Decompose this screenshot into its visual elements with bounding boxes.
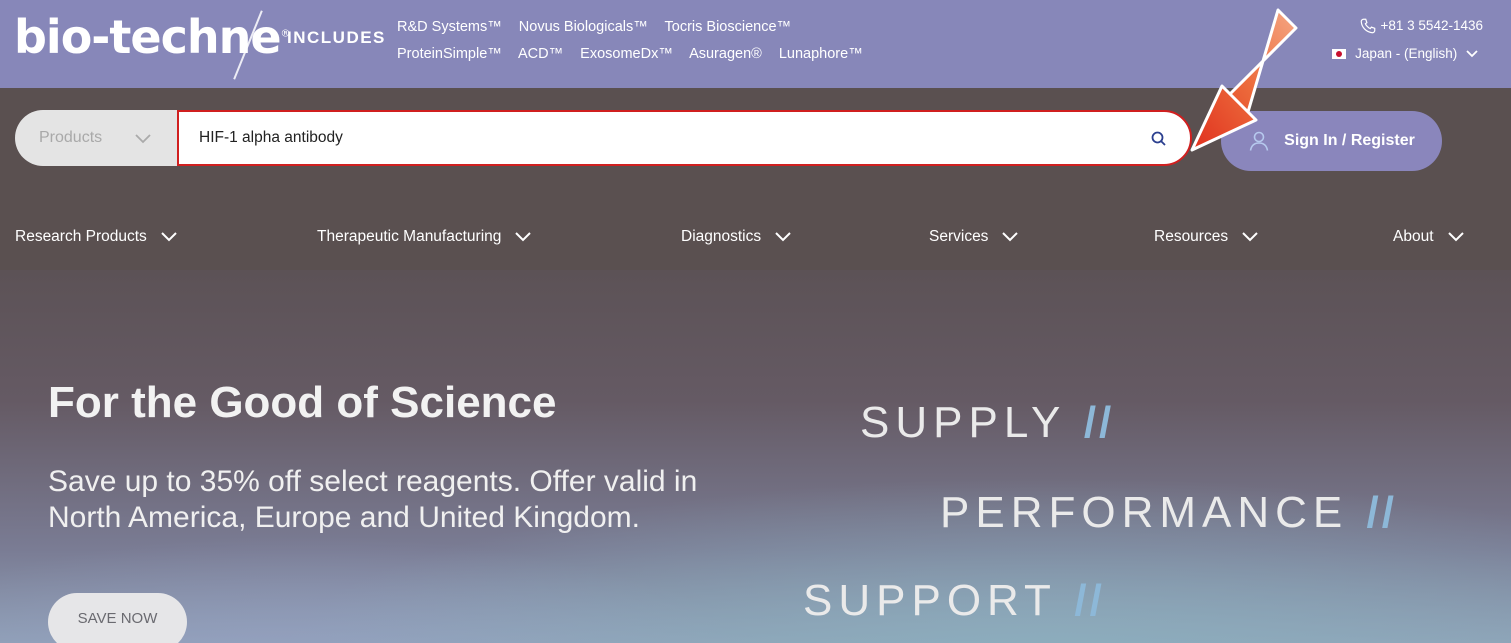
bio-techne-logo[interactable]: bio-techne® xyxy=(14,10,291,64)
contact-info: +81 3 5542-1436 Japan - (English) xyxy=(1332,12,1483,68)
nav-item-about[interactable]: About xyxy=(1393,228,1466,246)
search-input[interactable] xyxy=(177,110,1192,166)
chevron-down-icon xyxy=(1447,232,1464,242)
nav-item-diagnostics[interactable]: Diagnostics xyxy=(681,228,793,246)
save-now-button[interactable]: SAVE NOW xyxy=(48,593,187,643)
nav-item-resources[interactable]: Resources xyxy=(1154,228,1260,246)
main-nav: Research Products Therapeutic Manufactur… xyxy=(0,198,1511,270)
brand-link-novus-biologicals[interactable]: Novus Biologicals™ xyxy=(519,19,648,35)
brand-link-rnd-systems[interactable]: R&D Systems™ xyxy=(397,19,502,35)
hero-banner: For the Good of Science Save up to 35% o… xyxy=(0,270,1511,643)
tagline-support: SUPPORT // xyxy=(803,576,1105,625)
region-selector[interactable]: Japan - (English) xyxy=(1332,40,1483,68)
brand-link-proteinsimple[interactable]: ProteinSimple™ xyxy=(397,46,502,62)
search-category-label: Products xyxy=(39,129,103,146)
hero-title: For the Good of Science xyxy=(48,378,557,427)
search-icon[interactable] xyxy=(1148,128,1170,150)
nav-item-research-products[interactable]: Research Products xyxy=(15,228,179,246)
search-category-select[interactable]: Products xyxy=(15,110,177,166)
phone-number: +81 3 5542-1436 xyxy=(1380,18,1483,33)
chevron-down-icon xyxy=(775,232,791,242)
annotation-arrow-icon xyxy=(1190,8,1298,152)
japan-flag-icon xyxy=(1332,49,1347,60)
brand-links: R&D Systems™ Novus Biologicals™ Tocris B… xyxy=(397,14,876,68)
includes-label: INCLUDES xyxy=(287,28,386,47)
chevron-down-icon xyxy=(1002,232,1019,242)
brand-link-lunaphore[interactable]: Lunaphore™ xyxy=(779,46,863,62)
brand-link-acd[interactable]: ACD™ xyxy=(518,46,563,62)
region-label: Japan - (English) xyxy=(1355,46,1458,61)
brand-link-exosomedx[interactable]: ExosomeDx™ xyxy=(580,46,673,62)
tagline-performance: PERFORMANCE // xyxy=(940,488,1397,537)
chevron-down-icon xyxy=(135,134,151,144)
hero-description: Save up to 35% off select reagents. Offe… xyxy=(48,465,698,534)
chevron-down-icon xyxy=(515,232,532,242)
phone-link[interactable]: +81 3 5542-1436 xyxy=(1332,12,1483,40)
chevron-down-icon xyxy=(1242,232,1258,242)
sign-in-label: Sign In / Register xyxy=(1284,132,1415,149)
brand-link-asuragen[interactable]: Asuragen® xyxy=(689,46,762,62)
phone-icon xyxy=(1360,19,1376,34)
chevron-down-icon xyxy=(1466,50,1478,58)
nav-item-therapeutic-manufacturing[interactable]: Therapeutic Manufacturing xyxy=(317,228,533,246)
nav-item-services[interactable]: Services xyxy=(929,228,1020,246)
tagline-supply: SUPPLY // xyxy=(860,398,1115,447)
chevron-down-icon xyxy=(161,232,177,242)
brand-link-tocris-bioscience[interactable]: Tocris Bioscience™ xyxy=(665,19,792,35)
